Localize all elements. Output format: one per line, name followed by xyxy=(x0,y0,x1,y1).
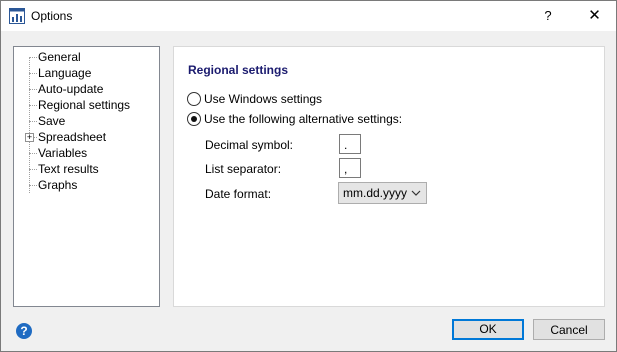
tree-item-spreadsheet[interactable]: + Spreadsheet xyxy=(14,129,154,145)
tree-item-label: Graphs xyxy=(38,178,78,192)
cancel-button[interactable]: Cancel xyxy=(533,319,605,340)
tree-item-general[interactable]: General xyxy=(14,49,154,65)
use-windows-settings-label[interactable]: Use Windows settings xyxy=(204,92,322,106)
tree-item-label: Regional settings xyxy=(38,98,131,112)
decimal-symbol-input[interactable]: . xyxy=(339,134,361,154)
use-alternative-settings-radio[interactable] xyxy=(187,112,201,126)
chevron-down-icon xyxy=(411,183,421,211)
options-tree: General Language Auto-update Regional se… xyxy=(13,46,160,307)
tree-item-label: Language xyxy=(38,66,92,80)
use-alternative-settings-label[interactable]: Use the following alternative settings: xyxy=(204,112,402,126)
options-dialog: Options ? ✕ General Language Auto-update… xyxy=(0,0,617,352)
date-format-label: Date format: xyxy=(205,187,272,201)
expand-icon[interactable]: + xyxy=(25,133,34,142)
tree-item-label: Text results xyxy=(38,162,99,176)
app-chart-icon xyxy=(9,8,25,24)
tree-item-language[interactable]: Language xyxy=(14,65,154,81)
tree-item-label: Save xyxy=(38,114,66,128)
tree-item-label: General xyxy=(38,50,81,64)
date-format-select[interactable]: mm.dd.yyyy xyxy=(338,182,427,204)
list-separator-input[interactable]: , xyxy=(339,158,361,178)
tree-item-regional-settings[interactable]: Regional settings xyxy=(14,97,154,113)
use-windows-settings-radio[interactable] xyxy=(187,92,201,106)
help-icon[interactable]: ? xyxy=(16,323,32,339)
tree-item-graphs[interactable]: Graphs xyxy=(14,177,154,193)
date-format-value: mm.dd.yyyy xyxy=(343,186,408,200)
title-bar: Options ? ✕ xyxy=(1,1,616,31)
tree-item-auto-update[interactable]: Auto-update xyxy=(14,81,154,97)
window-title: Options xyxy=(31,9,73,23)
tree-item-variables[interactable]: Variables xyxy=(14,145,154,161)
title-help-button[interactable]: ? xyxy=(531,1,565,31)
radio-selected-dot xyxy=(191,116,197,122)
section-title: Regional settings xyxy=(188,63,289,77)
regional-settings-panel: Regional settings Use Windows settings U… xyxy=(173,46,605,307)
tree-item-save[interactable]: Save xyxy=(14,113,154,129)
tree-item-label: Variables xyxy=(38,146,88,160)
decimal-symbol-label: Decimal symbol: xyxy=(205,138,294,152)
close-button[interactable]: ✕ xyxy=(573,1,616,31)
tree-item-label: Auto-update xyxy=(38,82,104,96)
tree-item-label: Spreadsheet xyxy=(38,130,107,144)
tree-item-text-results[interactable]: Text results xyxy=(14,161,154,177)
ok-button[interactable]: OK xyxy=(452,319,524,340)
list-separator-label: List separator: xyxy=(205,162,282,176)
